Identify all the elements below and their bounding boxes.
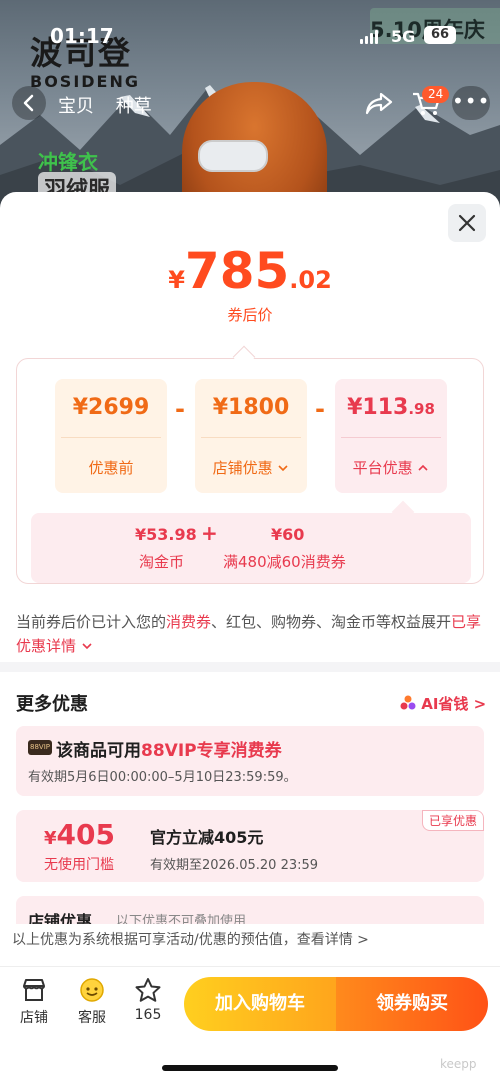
brand-name-en: BOSIDENG — [30, 72, 141, 91]
minus-sign: - — [315, 395, 325, 423]
price-detail-sheet: ¥785.02 券后价 ¥2699 优惠前 - ¥1800 店铺优惠 - ¥11… — [0, 192, 500, 1084]
ai-save-link[interactable]: AI省钱 > — [400, 693, 486, 714]
official-coupon-card[interactable]: ¥405 无使用门槛 官方立减405元 有效期至2026.05.20 23:59… — [16, 810, 484, 882]
coupon-value: ¥60 — [271, 525, 305, 544]
coupon-validity: 有效期至2026.05.20 23:59 — [150, 858, 319, 873]
note-coupon-link[interactable]: 消费券 — [166, 613, 211, 631]
enjoyed-badge: 已享优惠 — [421, 810, 484, 831]
chevron-down-icon — [82, 643, 92, 650]
service-label: 客服 — [78, 1010, 106, 1026]
star-icon — [135, 978, 161, 1002]
store-label: 店铺 — [20, 1010, 48, 1026]
vip-badge: 88VIP — [28, 740, 52, 755]
price-label: 券后价 — [227, 306, 273, 324]
customer-service-icon — [80, 978, 104, 1002]
platform-discount-box[interactable]: ¥113.98 平台优惠 — [335, 379, 447, 493]
price-note: 当前券后价已计入您的消费券、红包、购物券、淘金币等权益展开已享优惠详情 — [16, 613, 482, 655]
home-indicator — [162, 1065, 338, 1071]
more-dots-icon: ••• — [452, 89, 491, 113]
section-divider — [0, 662, 500, 672]
original-price-label: 优惠前 — [88, 459, 134, 477]
coupon-threshold: 无使用门槛 — [44, 857, 114, 873]
close-button[interactable] — [448, 204, 486, 242]
network-type: 5G — [391, 27, 416, 46]
platform-discount-label: 平台优惠 — [335, 457, 447, 478]
watermark: keepp — [440, 1057, 477, 1071]
vip-coupon-card[interactable]: 88VIP 该商品可用88VIP专享消费券 有效期5月6日00:00:00–5月… — [16, 726, 484, 796]
minus-sign: - — [175, 395, 185, 423]
store-icon — [23, 979, 45, 1001]
platform-discount-value: ¥113.98 — [347, 395, 435, 420]
signal-icon — [360, 30, 380, 44]
price-breakdown: ¥2699 优惠前 - ¥1800 店铺优惠 - ¥113.98 平台优惠 ¥5… — [16, 358, 484, 584]
platform-discount-detail: ¥53.98 + ¥60 淘金币 满480减60消费券 — [31, 513, 471, 583]
shop-discount-label: 店铺优惠 — [195, 457, 307, 478]
add-to-cart-button[interactable]: 加入购物车 — [184, 977, 336, 1031]
coupon-amount: ¥405 — [44, 818, 115, 851]
price-decimal: .02 — [289, 266, 332, 294]
ai-sparkle-icon — [400, 695, 416, 710]
more-button[interactable]: ••• — [452, 86, 490, 120]
original-price-value: ¥2699 — [72, 395, 150, 420]
favorite-button[interactable]: 165 — [126, 977, 170, 1023]
product-tag-jacket: 冲锋衣 — [38, 150, 98, 174]
share-button[interactable] — [364, 88, 394, 122]
status-bar: 01:17 5G 66 — [0, 0, 500, 62]
shop-discount-box[interactable]: ¥1800 店铺优惠 — [195, 379, 307, 493]
battery-icon: 66 — [424, 26, 456, 44]
more-discounts-title: 更多优惠 — [16, 694, 88, 715]
final-price: ¥785.02 — [0, 242, 500, 300]
chevron-up-icon — [418, 464, 428, 471]
close-icon — [458, 214, 476, 232]
original-price-box: ¥2699 优惠前 — [55, 379, 167, 493]
cart-count-badge: 24 — [422, 86, 450, 103]
shop-discount-value: ¥1800 — [212, 395, 290, 420]
favorite-count: 165 — [134, 1007, 162, 1023]
claim-coupon-buy-button[interactable]: 领券购买 — [336, 977, 488, 1031]
tab-item[interactable]: 宝贝 — [58, 96, 94, 117]
price-integer: 785 — [184, 242, 290, 300]
coupon-label: 满480减60消费券 — [223, 553, 346, 571]
chevron-down-icon — [278, 465, 288, 472]
taojin-value: ¥53.98 — [135, 525, 197, 544]
tab-seeding[interactable]: 种草 — [116, 96, 152, 117]
customer-service-button[interactable]: 客服 — [70, 977, 114, 1027]
disclaimer-link[interactable]: 以上优惠为系统根据可享活动/优惠的预估值，查看详情 > — [0, 924, 500, 956]
nav-tabs: 宝贝 种草 — [58, 92, 168, 118]
chevron-left-icon — [23, 94, 34, 112]
coupon-title: 官方立减405元 — [150, 828, 264, 847]
vip-coupon-validity: 有效期5月6日00:00:00–5月10日23:59:59。 — [28, 770, 297, 785]
vip-coupon-title: 该商品可用88VIP专享消费券 — [56, 741, 282, 761]
plus-sign: + — [201, 521, 218, 545]
store-button[interactable]: 店铺 — [12, 977, 56, 1027]
goggles-image — [198, 140, 268, 172]
share-icon — [365, 92, 393, 115]
back-button[interactable] — [12, 86, 46, 120]
taojin-label: 淘金币 — [139, 553, 185, 571]
shop-discount-card: 店铺优惠 以下优惠不可叠加使用 — [16, 896, 484, 926]
bottom-action-bar: 店铺 客服 165 加入购物车 领券购买 keepp — [0, 966, 500, 1084]
status-time: 01:17 — [50, 24, 114, 48]
price-currency: ¥ — [168, 266, 185, 294]
